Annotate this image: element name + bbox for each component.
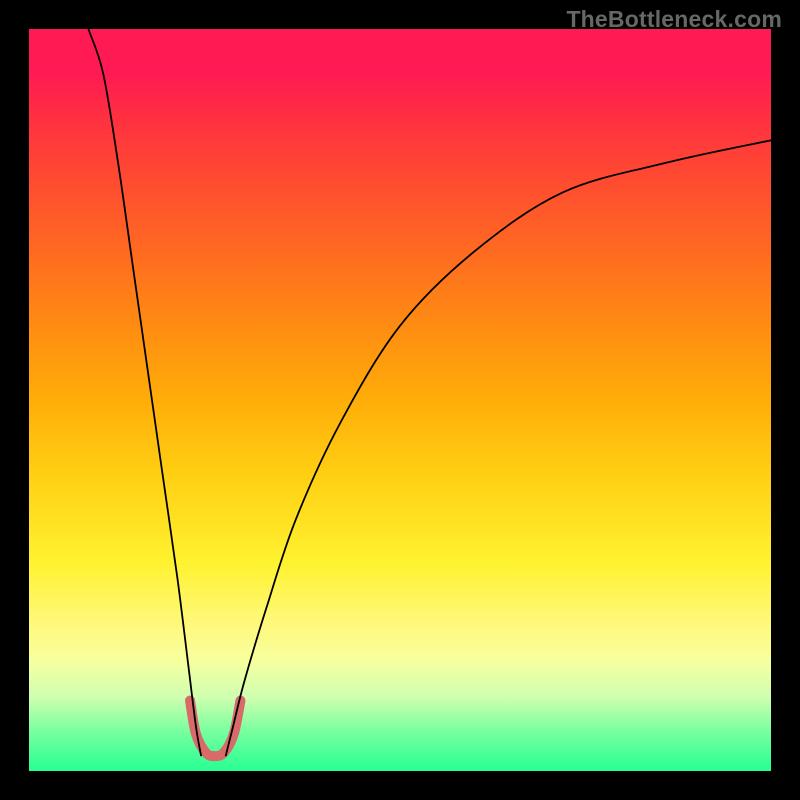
bottleneck-right-branch xyxy=(226,140,771,756)
chart-svg xyxy=(29,29,771,771)
chart-frame: TheBottleneck.com xyxy=(0,0,800,800)
curve-group xyxy=(88,29,771,756)
plot-area xyxy=(29,29,771,771)
watermark-text: TheBottleneck.com xyxy=(566,6,782,33)
bottleneck-left-branch xyxy=(88,29,201,756)
